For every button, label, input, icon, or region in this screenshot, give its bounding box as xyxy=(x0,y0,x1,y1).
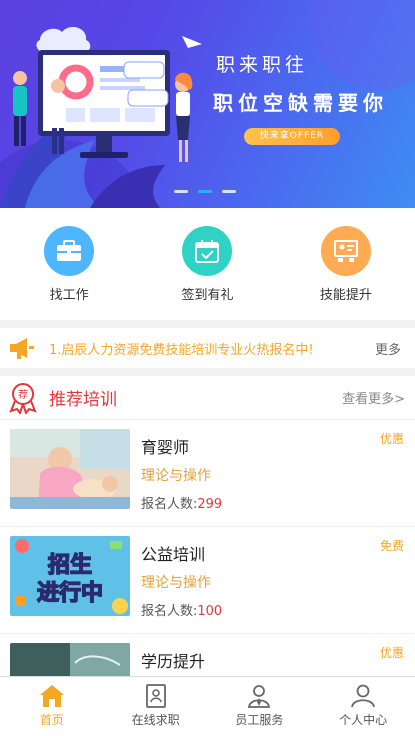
carousel-dot[interactable] xyxy=(174,190,188,193)
carousel-dot-active[interactable] xyxy=(198,190,212,193)
enrollment-poster: 招生 进行中 xyxy=(10,536,130,616)
home-icon xyxy=(39,685,64,707)
training-card[interactable]: 招生 进行中 公益培训 免费 理论与操作 报名人数:100 xyxy=(0,527,415,634)
notice-bar[interactable]: 1.启辰人力资源免费技能培训专业火热报名中! 更多 xyxy=(0,328,415,368)
quick-item-checkin[interactable]: 签到有礼 xyxy=(138,208,276,320)
carousel-dot[interactable] xyxy=(222,190,236,193)
enroll-count-value: 100 xyxy=(197,604,223,619)
staff-icon xyxy=(248,685,271,708)
enroll-count-row: 报名人数:299 xyxy=(141,493,222,512)
tab-label: 首页 xyxy=(39,713,64,727)
briefcase-icon xyxy=(44,226,95,276)
quick-item-label: 找工作 xyxy=(49,288,89,303)
recommend-badge-icon: 荐 xyxy=(9,382,37,414)
presentation-icon xyxy=(320,226,371,276)
quick-menu: 找工作 签到有礼 技能提升 xyxy=(0,208,415,320)
poster-text-line-2: 进行中 xyxy=(37,580,103,606)
training-subtitle: 理论与操作 xyxy=(141,468,211,484)
training-name: 学历提升 xyxy=(141,652,206,671)
nursery-photo xyxy=(10,429,130,509)
promo-banner[interactable]: 职来职往 职位空缺需要你 快来拿OFFER xyxy=(0,0,415,208)
training-card[interactable]: 学历提升 优惠 xyxy=(0,634,415,676)
banner-title: 职来职往 xyxy=(216,54,309,76)
quick-item-find-job[interactable]: 找工作 xyxy=(0,208,138,320)
tab-staff-service[interactable]: 员工服务 xyxy=(208,677,312,736)
notice-text[interactable]: 1.启辰人力资源免费技能培训专业火热报名中! xyxy=(49,339,339,358)
bottom-tab-bar: 首页 在线求职 员工服务 个人中心 xyxy=(0,676,415,736)
quick-item-label: 技能提升 xyxy=(319,288,372,303)
recommended-training-header: 荐 推荐培训 查看更多> xyxy=(0,376,415,420)
tab-home[interactable]: 首页 xyxy=(0,677,104,736)
tab-profile[interactable]: 个人中心 xyxy=(311,677,415,736)
banner-subtitle: 职位空缺需要你 xyxy=(213,91,388,115)
training-name: 育婴师 xyxy=(141,438,190,457)
training-card[interactable]: 育婴师 优惠 理论与操作 报名人数:299 xyxy=(0,420,415,527)
training-tag: 优惠 xyxy=(379,432,404,446)
enroll-count-label: 报名人数: xyxy=(141,497,198,512)
tab-label: 员工服务 xyxy=(235,713,284,727)
enroll-count-label: 报名人数: xyxy=(141,604,198,619)
enroll-count-row: 报名人数:100 xyxy=(141,600,222,619)
badge-text: 荐 xyxy=(18,389,28,401)
tab-label: 在线求职 xyxy=(131,713,180,727)
user-icon xyxy=(351,684,376,708)
calendar-check-icon xyxy=(182,226,233,276)
education-photo xyxy=(10,643,130,676)
carousel-indicator xyxy=(174,190,236,193)
quick-item-label: 签到有礼 xyxy=(181,288,234,303)
training-subtitle: 理论与操作 xyxy=(141,575,211,591)
training-name: 公益培训 xyxy=(141,545,206,564)
training-list: 育婴师 优惠 理论与操作 报名人数:299 招生 进行中 公益培训 免费 理论与… xyxy=(0,420,415,676)
enroll-count-value: 299 xyxy=(197,497,223,512)
poster-text-line-1: 招生 xyxy=(48,553,92,578)
tab-online-job[interactable]: 在线求职 xyxy=(104,677,208,736)
quick-item-skills[interactable]: 技能提升 xyxy=(277,208,415,320)
resume-icon xyxy=(145,684,166,708)
tab-label: 个人中心 xyxy=(339,713,388,727)
notice-more-link[interactable]: 更多 xyxy=(375,339,401,358)
section-title: 推荐培训 xyxy=(49,390,117,410)
training-tag: 免费 xyxy=(379,539,404,553)
megaphone-icon xyxy=(10,338,34,359)
banner-offer-button[interactable]: 快来拿OFFER xyxy=(244,128,340,145)
view-more-link[interactable]: 查看更多> xyxy=(342,388,405,407)
training-tag: 优惠 xyxy=(379,646,404,660)
